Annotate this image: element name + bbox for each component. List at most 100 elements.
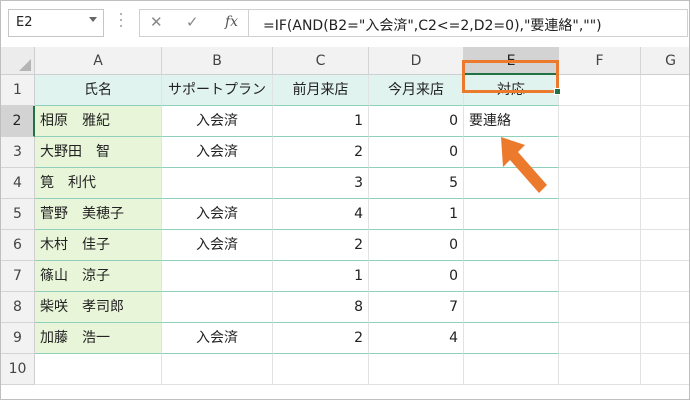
table-cell-curr[interactable]: 1 bbox=[369, 199, 464, 230]
table-cell-action[interactable] bbox=[464, 323, 559, 354]
cancel-icon[interactable]: ✕ bbox=[150, 13, 163, 31]
table-cell-name[interactable]: 木村 佳子 bbox=[35, 230, 162, 261]
row-header-4[interactable]: 4 bbox=[1, 168, 35, 199]
table-cell-plan[interactable]: 入会済 bbox=[162, 230, 273, 261]
table-cell-plan[interactable] bbox=[162, 168, 273, 199]
empty-cell[interactable] bbox=[559, 75, 641, 106]
empty-cell[interactable] bbox=[641, 292, 689, 323]
table-cell-curr[interactable]: 0 bbox=[369, 261, 464, 292]
empty-cell[interactable] bbox=[559, 323, 641, 354]
table-cell-action[interactable] bbox=[464, 199, 559, 230]
table-cell-plan[interactable]: 入会済 bbox=[162, 199, 273, 230]
table-cell-prev[interactable]: 2 bbox=[273, 137, 369, 168]
column-header-d[interactable]: D bbox=[369, 47, 464, 75]
excel-window: E2 ✕ ✓ fx =IF(AND(B2="入会済",C2<=2,D2=0),"… bbox=[0, 0, 690, 400]
table-cell-prev[interactable]: 2 bbox=[273, 230, 369, 261]
empty-cell[interactable] bbox=[369, 354, 464, 385]
empty-cell[interactable] bbox=[641, 230, 689, 261]
column-header-a[interactable]: A bbox=[35, 47, 162, 75]
table-header-cell[interactable]: 氏名 bbox=[35, 75, 162, 106]
row-header-9[interactable]: 9 bbox=[1, 323, 35, 354]
table-cell-plan[interactable] bbox=[162, 261, 273, 292]
empty-cell[interactable] bbox=[641, 323, 689, 354]
empty-cell[interactable] bbox=[641, 75, 689, 106]
table-cell-prev[interactable]: 3 bbox=[273, 168, 369, 199]
empty-cell[interactable] bbox=[35, 354, 162, 385]
column-header-f[interactable]: F bbox=[559, 47, 641, 75]
table-cell-plan[interactable]: 入会済 bbox=[162, 106, 273, 137]
empty-cell[interactable] bbox=[162, 354, 273, 385]
table-cell-prev[interactable]: 8 bbox=[273, 292, 369, 323]
table-cell-prev[interactable]: 2 bbox=[273, 323, 369, 354]
empty-cell[interactable] bbox=[273, 354, 369, 385]
table-cell-action[interactable] bbox=[464, 230, 559, 261]
table-cell-action[interactable]: 要連絡 bbox=[464, 106, 559, 137]
table-header-cell[interactable]: 今月来店 bbox=[369, 75, 464, 106]
table-cell-name[interactable]: 篠山 涼子 bbox=[35, 261, 162, 292]
row-header-1[interactable]: 1 bbox=[1, 75, 35, 106]
table-cell-prev[interactable]: 1 bbox=[273, 106, 369, 137]
table-cell-curr[interactable]: 5 bbox=[369, 168, 464, 199]
table-cell-name[interactable]: 筧 利代 bbox=[35, 168, 162, 199]
row-header-8[interactable]: 8 bbox=[1, 292, 35, 323]
fill-handle[interactable] bbox=[554, 88, 561, 95]
table-cell-curr[interactable]: 4 bbox=[369, 323, 464, 354]
enter-check-icon[interactable]: ✓ bbox=[186, 13, 199, 31]
column-header-e[interactable]: E bbox=[464, 47, 559, 75]
column-header-c[interactable]: C bbox=[273, 47, 369, 75]
formula-bar: E2 ✕ ✓ fx =IF(AND(B2="入会済",C2<=2,D2=0),"… bbox=[1, 1, 689, 48]
insert-function-icon[interactable]: fx bbox=[225, 14, 238, 30]
table-cell-name[interactable]: 大野田 智 bbox=[35, 137, 162, 168]
column-header-g[interactable]: G bbox=[641, 47, 689, 75]
name-box[interactable]: E2 bbox=[8, 9, 104, 37]
table-cell-plan[interactable]: 入会済 bbox=[162, 137, 273, 168]
table-cell-name[interactable]: 菅野 美穂子 bbox=[35, 199, 162, 230]
row-header-7[interactable]: 7 bbox=[1, 261, 35, 292]
table-cell-plan[interactable]: 入会済 bbox=[162, 323, 273, 354]
empty-cell[interactable] bbox=[641, 106, 689, 137]
name-box-value: E2 bbox=[16, 15, 33, 30]
row-header-2[interactable]: 2 bbox=[1, 106, 35, 137]
empty-cell[interactable] bbox=[641, 261, 689, 292]
table-cell-curr[interactable]: 0 bbox=[369, 137, 464, 168]
table-cell-prev[interactable]: 4 bbox=[273, 199, 369, 230]
table-header-cell[interactable]: サポートプラン bbox=[162, 75, 273, 106]
empty-cell[interactable] bbox=[641, 354, 689, 385]
select-all-icon bbox=[19, 59, 31, 71]
table-cell-curr[interactable]: 0 bbox=[369, 230, 464, 261]
table-cell-name[interactable]: 加藤 浩一 bbox=[35, 323, 162, 354]
table-cell-plan[interactable] bbox=[162, 292, 273, 323]
formula-input[interactable]: =IF(AND(B2="入会済",C2<=2,D2=0),"要連絡","") bbox=[248, 9, 688, 37]
row-header-5[interactable]: 5 bbox=[1, 199, 35, 230]
empty-cell[interactable] bbox=[559, 199, 641, 230]
empty-cell[interactable] bbox=[641, 199, 689, 230]
table-cell-action[interactable] bbox=[464, 261, 559, 292]
table-cell-curr[interactable]: 7 bbox=[369, 292, 464, 323]
row-header-10[interactable]: 10 bbox=[1, 354, 35, 385]
empty-cell[interactable] bbox=[641, 168, 689, 199]
empty-cell[interactable] bbox=[559, 230, 641, 261]
table-cell-name[interactable]: 柴咲 孝司郎 bbox=[35, 292, 162, 323]
table-cell-prev[interactable]: 1 bbox=[273, 261, 369, 292]
table-header-cell[interactable]: 対応 bbox=[464, 75, 559, 106]
drag-handle-icon[interactable] bbox=[119, 13, 123, 33]
empty-cell[interactable] bbox=[559, 261, 641, 292]
chevron-down-icon[interactable] bbox=[89, 17, 97, 22]
formula-buttons: ✕ ✓ fx bbox=[139, 9, 249, 37]
select-all-button[interactable] bbox=[1, 47, 35, 75]
empty-cell[interactable] bbox=[559, 168, 641, 199]
table-cell-action[interactable] bbox=[464, 292, 559, 323]
row-header-3[interactable]: 3 bbox=[1, 137, 35, 168]
empty-cell[interactable] bbox=[559, 137, 641, 168]
table-header-cell[interactable]: 前月来店 bbox=[273, 75, 369, 106]
empty-cell[interactable] bbox=[464, 354, 559, 385]
column-header-b[interactable]: B bbox=[162, 47, 273, 75]
empty-cell[interactable] bbox=[559, 292, 641, 323]
empty-cell[interactable] bbox=[559, 354, 641, 385]
empty-cell[interactable] bbox=[641, 137, 689, 168]
table-cell-name[interactable]: 相原 雅紀 bbox=[35, 106, 162, 137]
empty-cell[interactable] bbox=[559, 106, 641, 137]
pointer-arrow-icon bbox=[501, 137, 547, 193]
table-cell-curr[interactable]: 0 bbox=[369, 106, 464, 137]
row-header-6[interactable]: 6 bbox=[1, 230, 35, 261]
